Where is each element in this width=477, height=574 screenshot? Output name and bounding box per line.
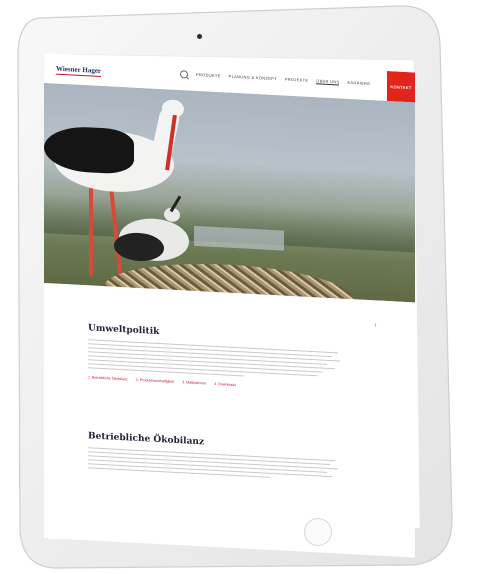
page-content: ↓ Umweltpolitik 1. Betriebliche Ökobilan…: [44, 283, 415, 558]
site-logo[interactable]: Wiesner Hager: [56, 65, 102, 77]
tablet-device: Wiesner Hager PRODUKTE PLANUNG & KONZEPT…: [0, 0, 477, 574]
section-betriebliche-oekobilanz: Betriebliche Ökobilanz: [88, 431, 348, 485]
kontakt-button[interactable]: KONTAKT: [387, 70, 415, 103]
nav-item-produkte[interactable]: PRODUKTE: [196, 72, 221, 79]
home-button-icon[interactable]: [304, 518, 332, 546]
nav-item-karriere[interactable]: KARRIERE: [347, 80, 370, 87]
link-downloads[interactable]: 4. Downloads: [214, 382, 236, 387]
nav-item-planung[interactable]: PLANUNG & KONZEPT: [229, 74, 277, 83]
tablet-screen: Wiesner Hager PRODUKTE PLANUNG & KONZEPT…: [44, 53, 415, 558]
camera-icon: [197, 34, 202, 39]
main-nav: PRODUKTE PLANUNG & KONZEPT PROJEKTE ÜBER…: [196, 72, 370, 87]
section-umweltpolitik: Umweltpolitik 1. Betriebliche Ökobilanz …: [88, 323, 348, 393]
link-produktnachhaltigkeit[interactable]: 2. Produktnachhaltigkeit: [136, 378, 174, 384]
link-massnahmen[interactable]: 3. Maßnahmen: [182, 380, 206, 385]
nav-item-projekte[interactable]: PROJEKTE: [285, 77, 309, 84]
nav-item-ueber-uns[interactable]: ÜBER UNS: [316, 78, 340, 86]
search-icon[interactable]: [180, 70, 188, 79]
hero-image-storks: [44, 83, 415, 330]
link-oekobilanz[interactable]: 1. Betriebliche Ökobilanz: [88, 375, 128, 381]
arrow-down-icon[interactable]: ↓: [374, 322, 377, 328]
section-paragraph: [88, 339, 348, 382]
